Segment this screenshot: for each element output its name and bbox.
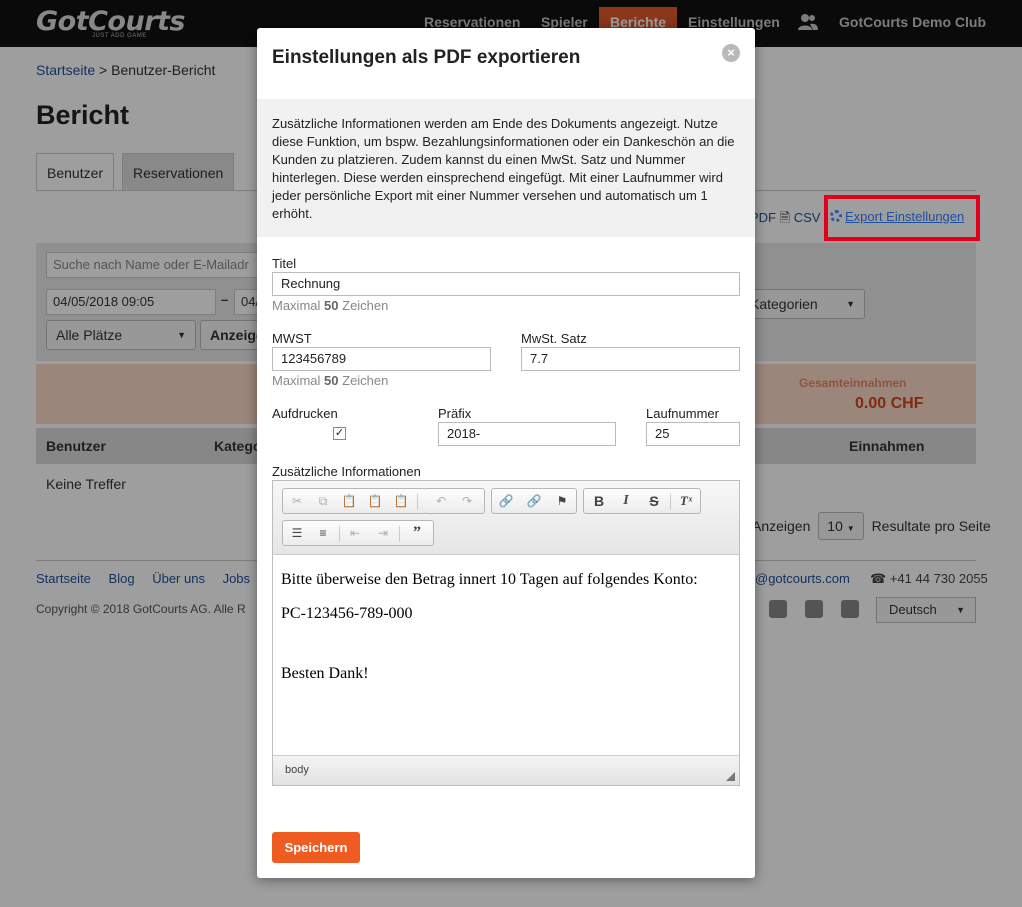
remove-format-icon[interactable]: Tˣ [676, 492, 696, 510]
pdf-export-settings-dialog: Einstellungen als PDF exportieren × Zusä… [257, 28, 755, 878]
toolbar-separator [417, 494, 418, 510]
sequence-label: Laufnummer [646, 406, 719, 421]
prefix-input[interactable]: 2018- [438, 422, 616, 446]
indent-icon[interactable]: ⇥ [373, 524, 393, 542]
hint-max-suffix: Zeichen [342, 373, 389, 388]
editor-toolbar: ✂ ⧉ 📋 📋 📋 ↶ ↷ 🔗 🔗 ⚑ B I S Tˣ ☰ ≡ ⇤ ⇥ ” [273, 481, 739, 555]
numbered-list-icon[interactable]: ☰ [287, 524, 307, 542]
italic-icon[interactable]: I [616, 492, 636, 510]
bulleted-list-icon[interactable]: ≡ [313, 524, 333, 542]
export-settings-label: Export Einstellungen [845, 209, 965, 224]
title-label: Titel [272, 256, 297, 271]
unlink-icon[interactable]: 🔗 [524, 492, 544, 510]
cut-icon[interactable]: ✂ [287, 492, 307, 510]
editor-content-area[interactable]: Bitte überweise den Betrag innert 10 Tag… [273, 555, 739, 755]
extra-info-label: Zusätzliche Informationen [272, 464, 421, 479]
format-group: B I S Tˣ [583, 488, 701, 514]
vat-number-label: MWST [272, 331, 312, 346]
title-maxlength-hint: Maximal 50 Zeichen [272, 298, 388, 313]
prefix-label: Präfix [438, 406, 472, 421]
hint-max-prefix: Maximal [272, 298, 321, 313]
blockquote-icon[interactable]: ” [407, 524, 427, 542]
editor-line: Besten Dank! [281, 665, 369, 682]
title-input[interactable]: Rechnung [272, 272, 740, 296]
toolbar-separator [399, 526, 400, 542]
editor-statusbar: body [273, 755, 739, 785]
link-icon[interactable]: 🔗 [496, 492, 516, 510]
hint-max-count: 50 [324, 298, 339, 313]
undo-icon[interactable]: ↶ [431, 492, 451, 510]
close-icon[interactable]: × [722, 44, 740, 62]
redo-icon[interactable]: ↷ [457, 492, 477, 510]
toolbar-separator [670, 494, 671, 510]
hint-max-prefix: Maximal [272, 373, 321, 388]
editor-line: Bitte überweise den Betrag innert 10 Tag… [281, 571, 698, 588]
vat-maxlength-hint: Maximal 50 Zeichen [272, 373, 388, 388]
element-path[interactable]: body [285, 764, 309, 776]
paste-icon[interactable]: 📋 [339, 492, 359, 510]
undo-group: ↶ ↷ [425, 488, 485, 514]
editor-line [281, 639, 731, 649]
paste-word-icon[interactable]: 📋 [391, 492, 411, 510]
bold-icon[interactable]: B [589, 492, 609, 510]
paste-text-icon[interactable]: 📋 [365, 492, 385, 510]
hint-max-count: 50 [324, 373, 339, 388]
anchor-flag-icon[interactable]: ⚑ [552, 492, 572, 510]
list-group: ☰ ≡ ⇤ ⇥ ” [282, 520, 434, 546]
strikethrough-icon[interactable]: S [644, 492, 664, 510]
vat-number-input[interactable]: 123456789 [272, 347, 491, 371]
rich-text-editor: ✂ ⧉ 📋 📋 📋 ↶ ↷ 🔗 🔗 ⚑ B I S Tˣ ☰ ≡ ⇤ ⇥ ” B… [272, 480, 740, 786]
dialog-title: Einstellungen als PDF exportieren [272, 47, 581, 68]
link-group: 🔗 🔗 ⚑ [491, 488, 577, 514]
editor-line: PC-123456-789-000 [281, 605, 413, 622]
gear-icon [830, 210, 842, 222]
resize-handle-icon[interactable] [726, 772, 735, 781]
save-button[interactable]: Speichern [272, 832, 360, 863]
copy-icon[interactable]: ⧉ [313, 492, 333, 510]
dialog-info-text: Zusätzliche Informationen werden am Ende… [257, 99, 755, 237]
print-checkbox[interactable]: ✓ [333, 427, 346, 440]
print-label: Aufdrucken [272, 406, 338, 421]
toolbar-separator [339, 526, 340, 542]
clipboard-group: ✂ ⧉ 📋 📋 📋 [282, 488, 426, 514]
vat-rate-label: MwSt. Satz [521, 331, 587, 346]
vat-rate-input[interactable]: 7.7 [521, 347, 740, 371]
sequence-input[interactable]: 25 [646, 422, 740, 446]
hint-max-suffix: Zeichen [342, 298, 389, 313]
outdent-icon[interactable]: ⇤ [345, 524, 365, 542]
export-settings-link[interactable]: Export Einstellungen [830, 209, 964, 224]
